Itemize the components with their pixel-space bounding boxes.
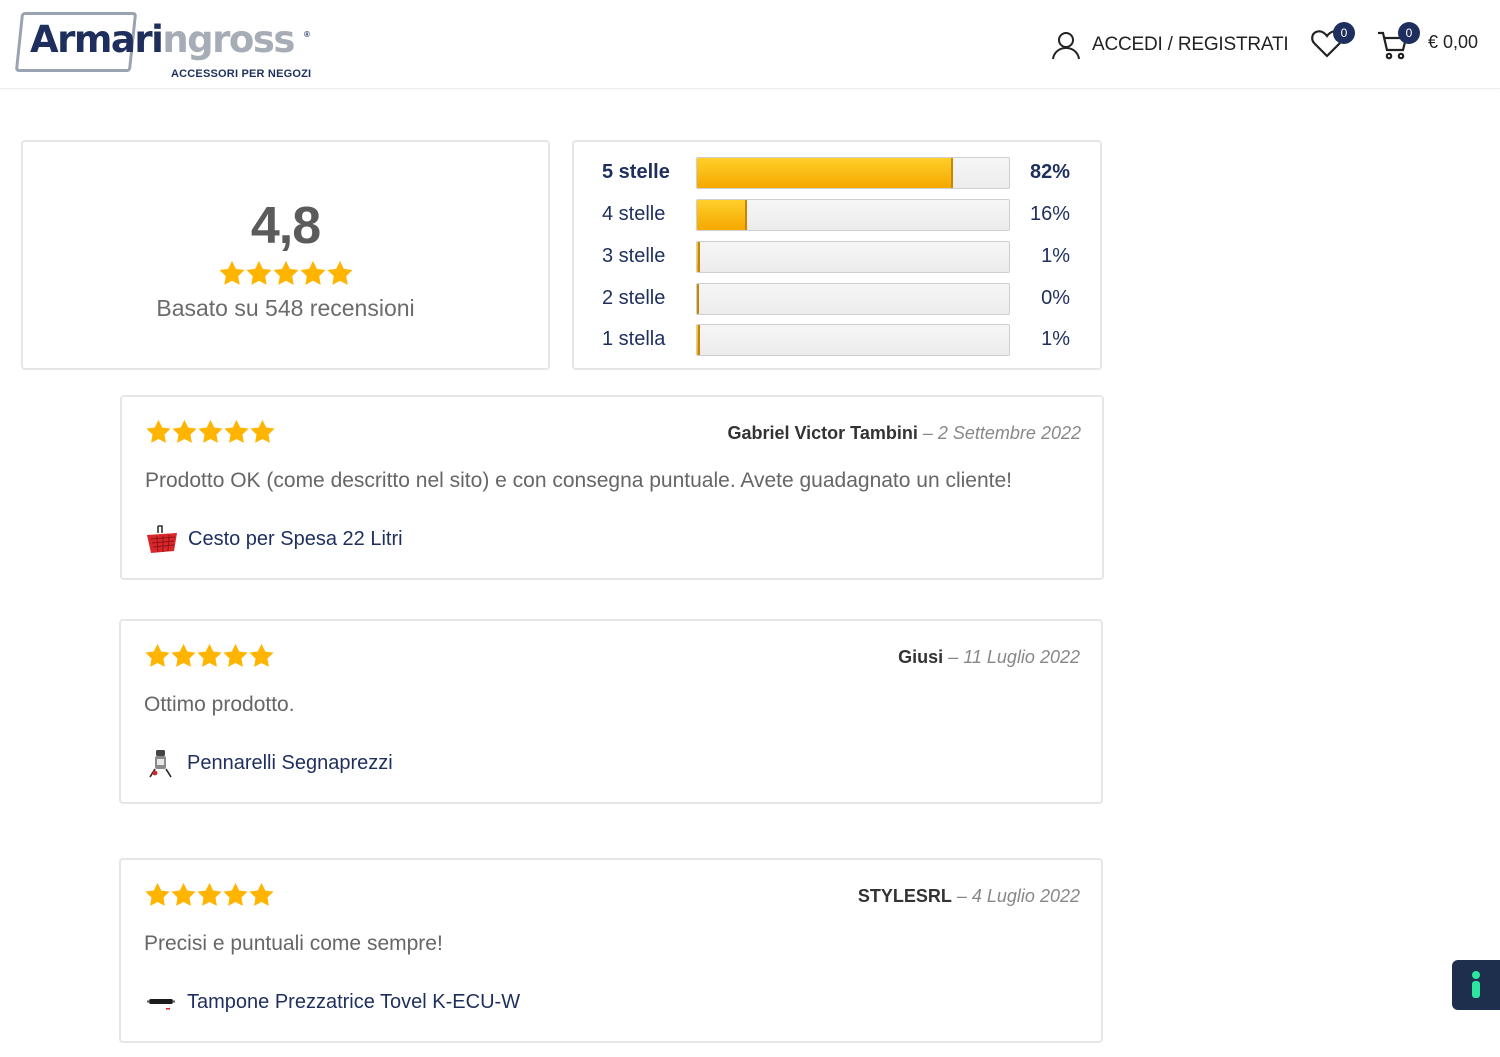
distribution-bar — [696, 199, 1010, 231]
distribution-label: 4 stelle — [602, 203, 666, 225]
distribution-bar-fill — [697, 284, 699, 314]
review-card: Gabriel Victor Tambini – 2 Settembre 202… — [120, 395, 1104, 580]
star-icon — [223, 643, 248, 667]
distribution-bar — [696, 283, 1010, 315]
accessibility-button[interactable] — [1452, 960, 1500, 1010]
distribution-percent: 82% — [1029, 161, 1070, 183]
review-date: 2 Settembre 2022 — [937, 423, 1081, 443]
star-icon — [327, 260, 353, 285]
account-link[interactable]: ACCEDI / REGISTRATI — [1050, 28, 1289, 62]
distribution-row-4[interactable]: 4 stelle 16% — [574, 199, 1100, 233]
logo-registered-mark: ® — [304, 30, 310, 39]
wishlist-button[interactable]: 0 — [1310, 22, 1355, 64]
star-icon — [224, 419, 249, 443]
wishlist-count-badge: 0 — [1333, 22, 1355, 44]
star-icon — [250, 419, 275, 443]
review-star-rating — [145, 419, 275, 449]
review-text: Precisi e puntuali come sempre! — [144, 932, 443, 955]
star-icon — [300, 260, 326, 285]
distribution-percent: 1% — [1041, 328, 1070, 350]
accessibility-person-icon — [1472, 971, 1480, 998]
review-product-name: Cesto per Spesa 22 Litri — [188, 527, 403, 550]
logo-wordmark: Armaringross — [30, 18, 295, 61]
distribution-label: 5 stelle — [602, 161, 670, 183]
star-icon — [172, 419, 197, 443]
distribution-bar-fill — [697, 158, 953, 188]
review-product-link[interactable]: Tampone Prezzatrice Tovel K-ECU-W — [144, 984, 520, 1020]
review-text: Prodotto OK (come descritto nel sito) e … — [145, 469, 1013, 492]
review-card: Giusi – 11 Luglio 2022 Ottimo prodotto. … — [119, 619, 1103, 804]
distribution-label: 1 stella — [602, 328, 666, 350]
review-card: STYLESRL – 4 Luglio 2022 Precisi e puntu… — [119, 858, 1103, 1043]
site-header: Armaringross ® ACCESSORI PER NEGOZI ACCE… — [0, 0, 1500, 89]
star-icon — [145, 643, 170, 667]
review-product-link[interactable]: Cesto per Spesa 22 Litri — [145, 521, 403, 557]
distribution-row-3[interactable]: 3 stelle 1% — [574, 241, 1100, 275]
distribution-bar — [696, 324, 1010, 356]
star-icon — [171, 643, 196, 667]
star-icon — [246, 260, 272, 285]
distribution-row-2[interactable]: 2 stelle 0% — [574, 283, 1100, 317]
star-icon — [145, 882, 170, 906]
distribution-bar — [696, 157, 1010, 189]
star-icon — [249, 643, 274, 667]
star-icon — [171, 882, 196, 906]
shopping-basket-icon — [145, 522, 179, 556]
review-product-name: Tampone Prezzatrice Tovel K-ECU-W — [187, 990, 521, 1013]
average-rating: 4,8 — [250, 197, 321, 255]
star-icon — [197, 643, 222, 667]
distribution-bar-fill — [697, 200, 747, 230]
distribution-row-5[interactable]: 5 stelle 82% — [574, 157, 1100, 191]
star-icon — [223, 882, 248, 906]
review-text: Ottimo prodotto. — [144, 693, 295, 716]
review-product-link[interactable]: Pennarelli Segnaprezzi — [144, 745, 393, 781]
star-icon — [146, 419, 171, 443]
distribution-percent: 0% — [1041, 287, 1070, 309]
site-logo[interactable]: Armaringross ® ACCESSORI PER NEGOZI — [14, 8, 318, 84]
distribution-percent: 1% — [1041, 245, 1070, 267]
review-product-name: Pennarelli Segnaprezzi — [187, 751, 393, 774]
review-date: 11 Luglio 2022 — [963, 647, 1080, 667]
marker-pen-icon — [144, 746, 178, 780]
review-author: Giusi — [898, 647, 944, 667]
star-icon — [197, 882, 222, 906]
star-icon — [198, 419, 223, 443]
star-icon — [219, 260, 245, 285]
review-count-text: Basato su 548 recensioni — [156, 295, 415, 321]
cart-count-badge: 0 — [1398, 22, 1420, 44]
distribution-percent: 16% — [1029, 203, 1070, 225]
review-separator: – — [948, 647, 959, 667]
review-date: 4 Luglio 2022 — [971, 886, 1080, 906]
review-separator: – — [956, 886, 967, 906]
distribution-row-1[interactable]: 1 stella 1% — [574, 324, 1100, 358]
review-star-rating — [144, 882, 274, 912]
review-star-rating — [144, 643, 274, 673]
distribution-label: 3 stelle — [602, 245, 666, 267]
distribution-bar-fill — [697, 325, 701, 355]
logo-tagline: ACCESSORI PER NEGOZI — [171, 68, 312, 80]
user-icon — [1052, 32, 1080, 60]
review-author: STYLESRL — [857, 886, 952, 906]
review-meta: Gabriel Victor Tambini – 2 Settembre 202… — [727, 423, 1081, 444]
ink-roller-icon — [144, 985, 178, 1019]
cart-button[interactable]: 0 — [1376, 22, 1420, 64]
account-label: ACCEDI / REGISTRATI — [1092, 34, 1289, 55]
rating-distribution-card: 5 stelle 82% 4 stelle 16% 3 stelle 1% 2 … — [572, 140, 1102, 370]
review-separator: – — [922, 423, 933, 443]
review-author: Gabriel Victor Tambini — [727, 423, 918, 443]
distribution-bar-fill — [697, 242, 701, 272]
review-meta: STYLESRL – 4 Luglio 2022 — [858, 886, 1080, 907]
rating-summary-card: 4,8 Basato su 548 recensioni — [21, 140, 550, 370]
cart-total[interactable]: € 0,00 — [1428, 32, 1478, 53]
summary-star-rating — [23, 260, 548, 291]
distribution-label: 2 stelle — [602, 287, 666, 309]
review-meta: Giusi – 11 Luglio 2022 — [898, 647, 1080, 668]
star-icon — [273, 260, 299, 285]
distribution-bar — [696, 241, 1010, 273]
star-icon — [249, 882, 274, 906]
